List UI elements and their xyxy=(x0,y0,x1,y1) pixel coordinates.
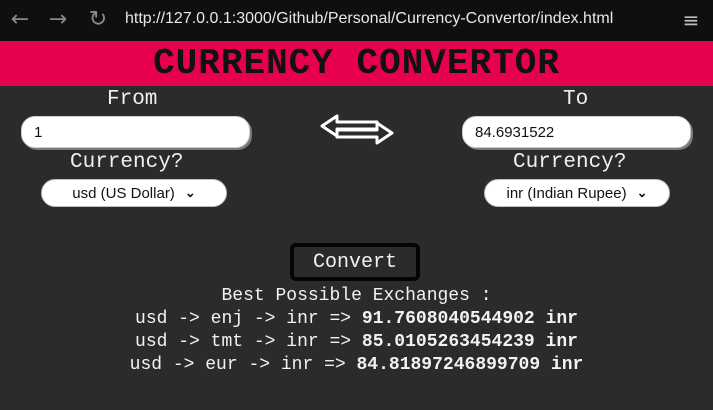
result-value: 91.7608040544902 inr xyxy=(361,309,578,329)
header-bar: CURRENCY CONVERTOR xyxy=(0,41,713,86)
browser-toolbar: ← → ↻ http://127.0.0.1:3000/Github/Perso… xyxy=(0,0,713,41)
from-label: From xyxy=(107,88,158,111)
to-label: To xyxy=(563,88,589,111)
result-route: usd -> enj -> inr => xyxy=(135,309,352,329)
menu-icon[interactable]: ≡ xyxy=(679,6,703,34)
result-line-1: usd -> enj -> inr => 91.7608040544902 in… xyxy=(0,309,713,329)
chevron-down-icon: ⌄ xyxy=(184,185,196,200)
to-amount-input[interactable]: 84.6931522 xyxy=(462,116,691,148)
to-currency-label: Currency? xyxy=(513,151,627,174)
result-value: 84.81897246899709 inr xyxy=(356,355,584,375)
page-title: CURRENCY CONVERTOR xyxy=(153,43,560,84)
from-currency-label: Currency? xyxy=(70,151,184,174)
result-route: usd -> tmt -> inr => xyxy=(135,332,352,352)
result-line-2: usd -> tmt -> inr => 85.0105263454239 in… xyxy=(0,332,713,352)
to-currency-value: inr (Indian Rupee) xyxy=(506,184,627,202)
result-line-3: usd -> eur -> inr => 84.81897246899709 i… xyxy=(0,355,713,375)
double-arrow-swap-icon[interactable] xyxy=(317,111,397,147)
back-icon[interactable]: ← xyxy=(6,6,34,34)
results-heading: Best Possible Exchanges : xyxy=(221,286,492,306)
result-value: 85.0105263454239 inr xyxy=(361,332,578,352)
to-currency-select[interactable]: inr (Indian Rupee) ⌄ xyxy=(484,179,670,207)
chevron-down-icon: ⌄ xyxy=(636,185,648,200)
address-bar[interactable]: http://127.0.0.1:3000/Github/Personal/Cu… xyxy=(125,10,613,28)
from-currency-value: usd (US Dollar) xyxy=(72,184,175,202)
forward-icon[interactable]: → xyxy=(44,6,72,34)
from-currency-select[interactable]: usd (US Dollar) ⌄ xyxy=(41,179,227,207)
reload-icon[interactable]: ↻ xyxy=(84,6,112,34)
result-route: usd -> eur -> inr => xyxy=(129,355,346,375)
from-amount-input[interactable]: 1 xyxy=(21,116,250,148)
convert-button[interactable]: Convert xyxy=(290,243,420,281)
